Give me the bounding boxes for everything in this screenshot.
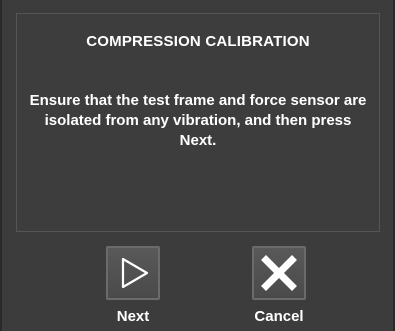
- cancel-button-label[interactable]: Cancel: [232, 308, 326, 325]
- next-button-face[interactable]: [106, 246, 160, 300]
- cancel-button[interactable]: Cancel: [252, 246, 306, 325]
- dialog-message: Ensure that the test frame and force sen…: [29, 92, 367, 149]
- calibration-screen: COMPRESSION CALIBRATION Ensure that the …: [0, 0, 395, 331]
- next-button-label[interactable]: Next: [86, 308, 180, 325]
- play-triangle-icon: [121, 257, 149, 289]
- cancel-button-face[interactable]: [252, 246, 306, 300]
- close-x-icon: [261, 255, 297, 291]
- next-button[interactable]: Next: [106, 246, 160, 325]
- dialog-title: COMPRESSION CALIBRATION: [86, 33, 310, 50]
- dialog-panel: COMPRESSION CALIBRATION Ensure that the …: [16, 13, 380, 232]
